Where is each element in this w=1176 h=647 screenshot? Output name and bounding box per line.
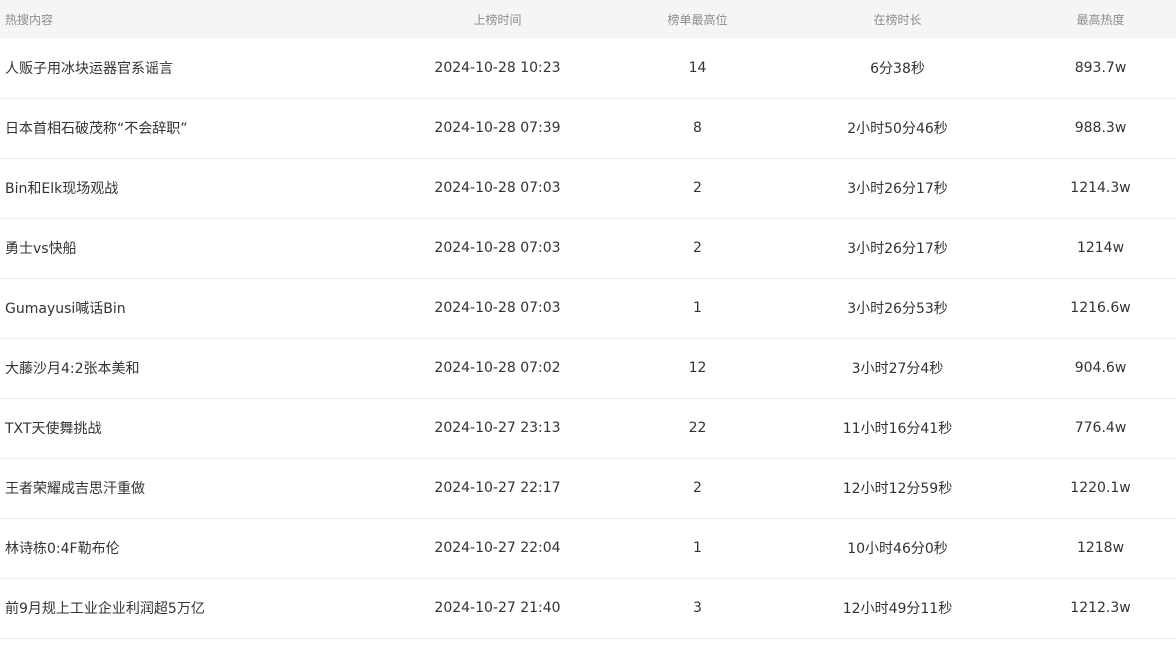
- heat-cell: 893.7w: [1074, 59, 1127, 76]
- header-row: 热搜内容 上榜时间 榜单最高位 在榜时长 最高热度: [0, 0, 1176, 38]
- rank-cell: 2: [693, 480, 702, 496]
- heat-cell: 1214.3w: [1070, 180, 1131, 196]
- duration-cell: 2小时50分46秒: [847, 121, 948, 137]
- duration-cell: 12小时49分11秒: [842, 601, 953, 617]
- header-rank: 榜单最高位: [667, 12, 728, 27]
- time-cell: 2024-10-28 07:03: [434, 180, 561, 196]
- time-cell: 2024-10-27 22:04: [434, 540, 561, 556]
- topic-cell[interactable]: 日本首相石破茂称“不会辞职”: [0, 98, 375, 158]
- topic-cell[interactable]: 人贩子用冰块运器官系谣言: [0, 38, 375, 98]
- heat-cell: 776.4w: [1074, 420, 1127, 436]
- duration-cell: 10小时46分0秒: [847, 541, 948, 557]
- table-row: 日本首相石破茂称“不会辞职” 2024-10-28 07:39 8 2小时50分…: [0, 98, 1176, 158]
- rank-cell: 2: [693, 180, 702, 196]
- table-row: 王者荣耀成吉思汗重做 2024-10-27 22:17 2 12小时12分59秒…: [0, 458, 1176, 518]
- time-cell: 2024-10-27 21:40: [434, 600, 561, 616]
- heat-cell: 1218w: [1076, 540, 1125, 556]
- topic-cell[interactable]: 王者荣耀成吉思汗重做: [0, 458, 375, 518]
- table-row: 勇士vs快船 2024-10-28 07:03 2 3小时26分17秒 1214…: [0, 218, 1176, 278]
- topic-cell[interactable]: TXT天使舞挑战: [0, 398, 375, 458]
- header-time: 上榜时间: [473, 12, 522, 27]
- header-duration: 在榜时长: [873, 12, 922, 27]
- heat-cell: 904.6w: [1074, 360, 1127, 376]
- topic-cell[interactable]: 前9月规上工业企业利润超5万亿: [0, 578, 375, 638]
- table-row: 前9月规上工业企业利润超5万亿 2024-10-27 21:40 3 12小时4…: [0, 578, 1176, 638]
- header-heat: 最高热度: [1076, 12, 1125, 27]
- duration-cell: 3小时26分53秒: [847, 301, 948, 317]
- heat-cell: 1212.3w: [1070, 600, 1131, 616]
- duration-cell: 3小时26分17秒: [847, 241, 948, 257]
- topic-cell[interactable]: 勇士vs快船: [0, 218, 375, 278]
- rank-cell: 2: [693, 240, 702, 256]
- rank-cell: 12: [688, 360, 707, 376]
- heat-cell: 1220.1w: [1070, 480, 1131, 496]
- rank-cell: 22: [688, 420, 707, 436]
- topic-cell[interactable]: Gumayusi喊话Bin: [0, 278, 375, 338]
- time-cell: 2024-10-28 07:03: [434, 240, 561, 256]
- rank-cell: 3: [693, 600, 702, 616]
- heat-cell: 988.3w: [1074, 120, 1127, 136]
- table-row: Gumayusi喊话Bin 2024-10-28 07:03 1 3小时26分5…: [0, 278, 1176, 338]
- rank-cell: 14: [688, 59, 707, 76]
- hot-search-table: 热搜内容 上榜时间 榜单最高位 在榜时长 最高热度 人贩子用冰块运器官系谣言 2…: [0, 0, 1176, 639]
- topic-cell[interactable]: 大藤沙月4:2张本美和: [0, 338, 375, 398]
- time-cell: 2024-10-27 22:17: [434, 480, 561, 496]
- time-cell: 2024-10-27 23:13: [434, 420, 561, 436]
- time-cell: 2024-10-28 07:39: [434, 120, 561, 136]
- rank-cell: 1: [693, 300, 702, 316]
- rank-cell: 8: [693, 120, 702, 136]
- rank-cell: 1: [693, 540, 702, 556]
- table-row: 大藤沙月4:2张本美和 2024-10-28 07:02 12 3小时27分4秒…: [0, 338, 1176, 398]
- table-body: 人贩子用冰块运器官系谣言 2024-10-28 10:23 14 6分38秒 8…: [0, 38, 1176, 638]
- duration-cell: 12小时12分59秒: [842, 481, 953, 497]
- header-topic: 热搜内容: [5, 12, 54, 27]
- time-cell: 2024-10-28 07:03: [434, 300, 561, 316]
- table-row: 人贩子用冰块运器官系谣言 2024-10-28 10:23 14 6分38秒 8…: [0, 38, 1176, 98]
- heat-cell: 1216.6w: [1070, 300, 1131, 316]
- time-cell: 2024-10-28 10:23: [434, 59, 561, 76]
- topic-cell[interactable]: 林诗栋0:4F勒布伦: [0, 518, 375, 578]
- duration-cell: 11小时16分41秒: [842, 421, 953, 437]
- table-row: 林诗栋0:4F勒布伦 2024-10-27 22:04 1 10小时46分0秒 …: [0, 518, 1176, 578]
- duration-cell: 3小时26分17秒: [847, 181, 948, 197]
- heat-cell: 1214w: [1076, 240, 1125, 256]
- table-row: Bin和Elk现场观战 2024-10-28 07:03 2 3小时26分17秒…: [0, 158, 1176, 218]
- table-row: TXT天使舞挑战 2024-10-27 23:13 22 11小时16分41秒 …: [0, 398, 1176, 458]
- duration-cell: 3小时27分4秒: [851, 361, 944, 377]
- topic-cell[interactable]: Bin和Elk现场观战: [0, 158, 375, 218]
- duration-cell: 6分38秒: [870, 60, 925, 77]
- table-header: 热搜内容 上榜时间 榜单最高位 在榜时长 最高热度: [0, 0, 1176, 38]
- time-cell: 2024-10-28 07:02: [434, 360, 561, 376]
